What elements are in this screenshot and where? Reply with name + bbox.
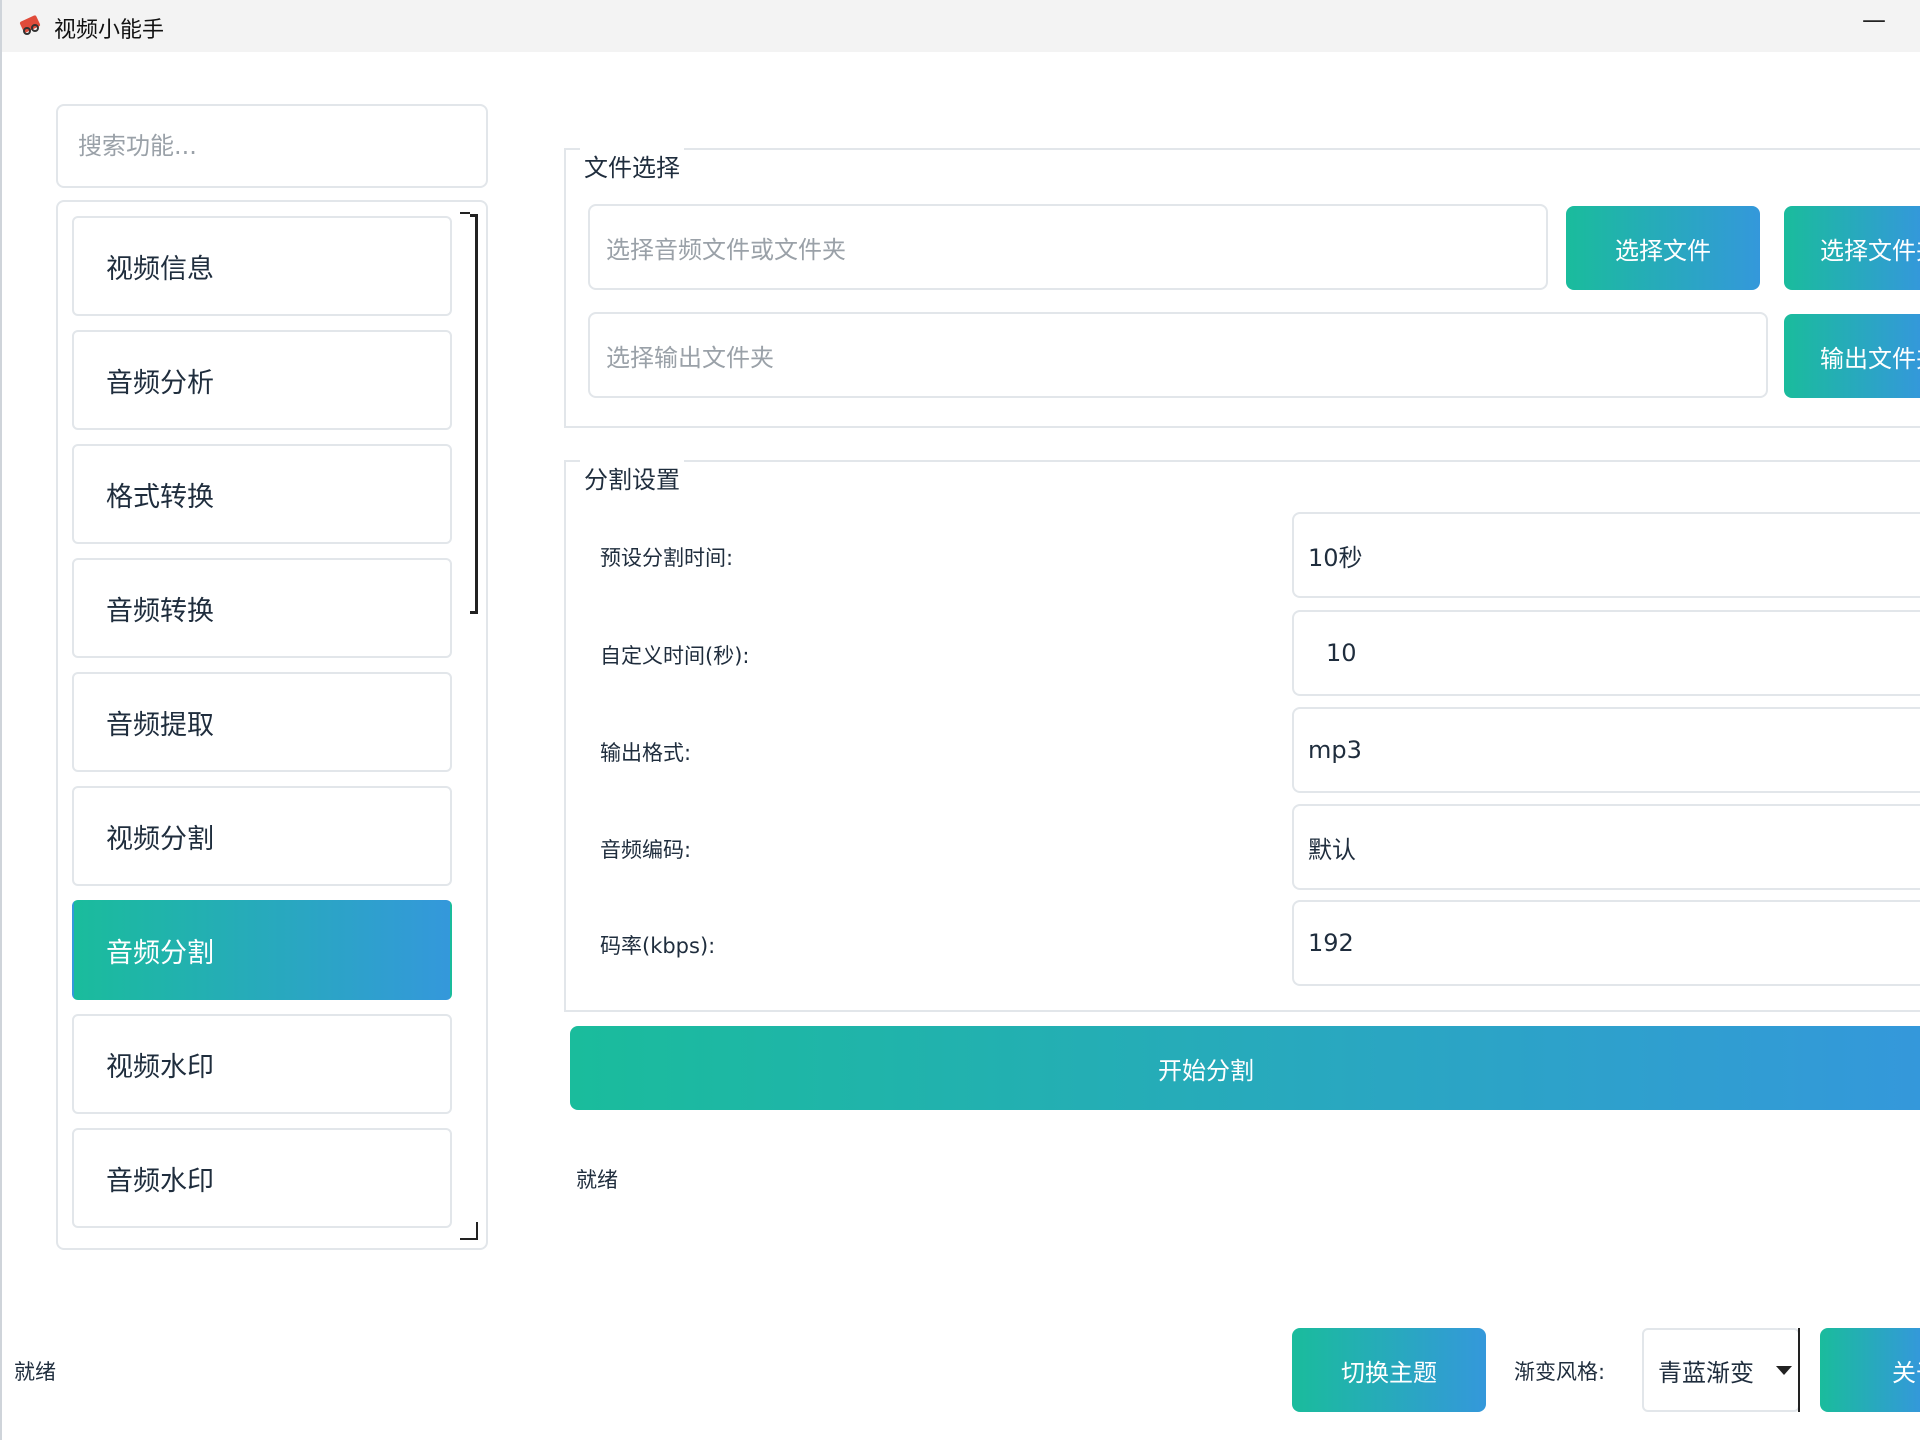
nav-item-label: 音频分析: [106, 367, 214, 399]
custom-time-label: 自定义时间(秒):: [600, 644, 750, 668]
preset-split-time-value: 10秒: [1308, 543, 1363, 572]
select-file-button[interactable]: 选择文件: [1566, 206, 1760, 290]
bitrate-select[interactable]: 192: [1292, 900, 1920, 986]
custom-time-spinbox[interactable]: 10: [1292, 610, 1920, 696]
window-title: 视频小能手: [54, 18, 165, 43]
output-format-select[interactable]: mp3: [1292, 707, 1920, 793]
list-scrollbar[interactable]: [460, 212, 484, 1242]
output-path-field[interactable]: 选择输出文件夹: [588, 312, 1768, 398]
file-selection-title: 文件选择: [580, 148, 684, 183]
preset-split-time-label: 预设分割时间:: [600, 546, 734, 570]
gradient-style-value: 青蓝渐变: [1658, 1358, 1754, 1387]
gradient-style-label: 渐变风格:: [1514, 1360, 1606, 1384]
output-folder-label: 输出文件夹: [1820, 344, 1920, 373]
start-split-label: 开始分割: [1158, 1056, 1254, 1085]
switch-theme-button[interactable]: 切换主题: [1292, 1328, 1486, 1412]
scrollbar-end: [460, 1222, 478, 1240]
audio-codec-select[interactable]: 默认: [1292, 804, 1920, 890]
nav-item-label: 视频水印: [106, 1051, 214, 1083]
audio-codec-label: 音频编码:: [600, 838, 692, 862]
input-path-placeholder: 选择音频文件或文件夹: [606, 235, 846, 264]
nav-item-label: 音频分割: [106, 937, 214, 969]
start-split-button[interactable]: 开始分割: [570, 1026, 1920, 1110]
select-file-label: 选择文件: [1615, 236, 1711, 265]
about-button[interactable]: 关于: [1820, 1328, 1920, 1412]
output-format-label: 输出格式:: [600, 741, 692, 765]
app-window: 视频小能手 — 视频信息 音频分析 格式转换 音频转换 音频提取 视频分割 音频…: [0, 0, 1920, 1440]
custom-time-value: 10: [1326, 639, 1357, 667]
bitrate-value: 192: [1308, 929, 1354, 957]
scrollbar-cap: [460, 212, 470, 226]
app-logo-icon: [19, 15, 41, 35]
nav-item-label: 音频水印: [106, 1165, 214, 1197]
minimize-button[interactable]: —: [1862, 6, 1886, 34]
input-path-field[interactable]: 选择音频文件或文件夹: [588, 204, 1548, 290]
title-bar: 视频小能手 —: [2, 0, 1920, 52]
select-folder-button[interactable]: 选择文件夹: [1784, 206, 1920, 290]
nav-item-label: 音频转换: [106, 595, 214, 627]
nav-item-audio-convert[interactable]: 音频转换: [72, 558, 452, 658]
scrollbar-thumb[interactable]: [470, 214, 478, 614]
function-list: 视频信息 音频分析 格式转换 音频转换 音频提取 视频分割 音频分割 视频水印 …: [56, 200, 488, 1250]
nav-item-label: 音频提取: [106, 709, 214, 741]
nav-item-label: 格式转换: [106, 481, 214, 513]
nav-item-audio-analysis[interactable]: 音频分析: [72, 330, 452, 430]
search-input[interactable]: [56, 104, 488, 188]
select-edge: [1794, 1328, 1800, 1412]
nav-item-video-watermark[interactable]: 视频水印: [72, 1014, 452, 1114]
nav-item-audio-watermark[interactable]: 音频水印: [72, 1128, 452, 1228]
split-settings-title: 分割设置: [580, 460, 684, 495]
gradient-style-select[interactable]: 青蓝渐变: [1642, 1328, 1800, 1412]
nav-item-label: 视频分割: [106, 823, 214, 855]
nav-item-video-split[interactable]: 视频分割: [72, 786, 452, 886]
nav-item-audio-extract[interactable]: 音频提取: [72, 672, 452, 772]
nav-item-video-info[interactable]: 视频信息: [72, 216, 452, 316]
select-folder-label: 选择文件夹: [1820, 236, 1920, 265]
nav-item-format-convert[interactable]: 格式转换: [72, 444, 452, 544]
output-format-value: mp3: [1308, 736, 1362, 764]
about-label: 关于: [1892, 1358, 1920, 1387]
task-status-text: 就绪: [576, 1168, 618, 1192]
output-path-placeholder: 选择输出文件夹: [606, 343, 774, 372]
statusbar-text: 就绪: [14, 1360, 56, 1384]
preset-split-time-select[interactable]: 10秒: [1292, 512, 1920, 598]
bitrate-label: 码率(kbps):: [600, 934, 716, 958]
nav-item-audio-split[interactable]: 音频分割: [72, 900, 452, 1000]
output-folder-button[interactable]: 输出文件夹: [1784, 314, 1920, 398]
dropdown-arrow-icon: [1776, 1366, 1792, 1375]
nav-item-label: 视频信息: [106, 253, 214, 285]
switch-theme-label: 切换主题: [1341, 1358, 1437, 1387]
audio-codec-value: 默认: [1308, 835, 1356, 864]
